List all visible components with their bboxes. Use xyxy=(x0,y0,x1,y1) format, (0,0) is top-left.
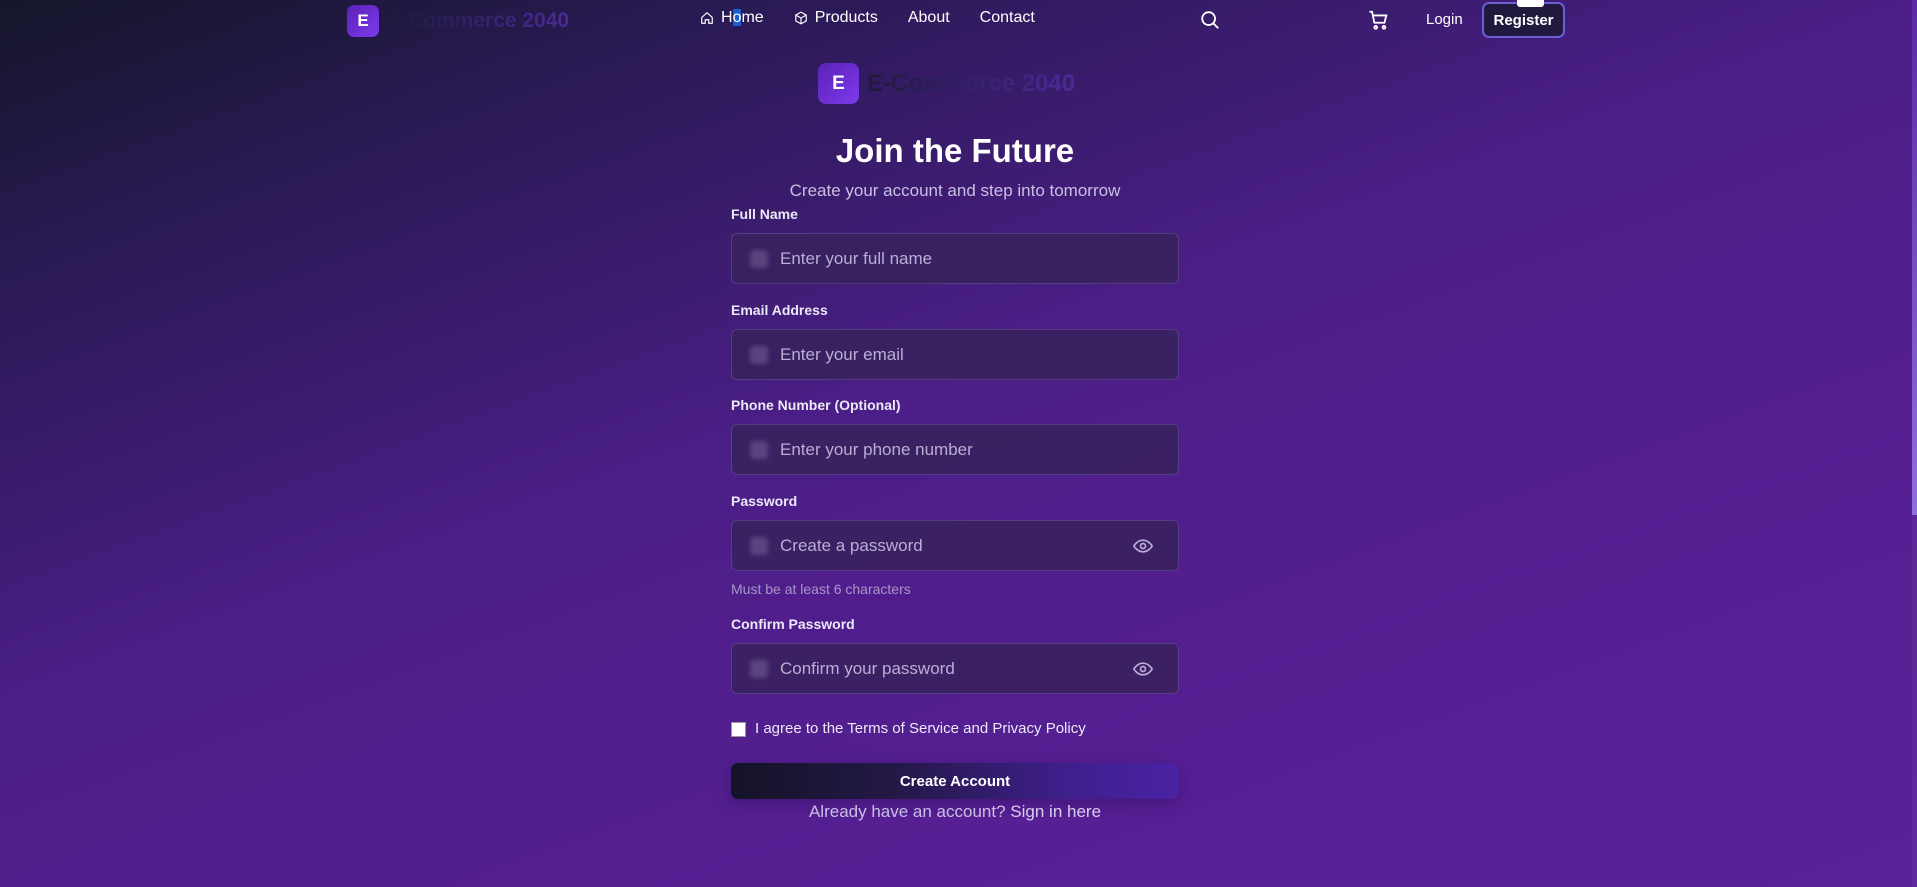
box-icon xyxy=(794,11,807,25)
password-visibility-toggle[interactable] xyxy=(1132,536,1154,561)
page-logo-name: E-Commerce 2040 xyxy=(867,69,1076,97)
home-icon xyxy=(701,11,713,24)
terms-agreement: I agree to the Terms of Service and Priv… xyxy=(731,720,1086,737)
user-icon xyxy=(750,249,768,268)
phone-icon xyxy=(750,440,768,459)
lock-icon xyxy=(750,659,768,678)
eye-icon xyxy=(1132,662,1154,676)
search-button[interactable] xyxy=(1199,9,1221,36)
nav-about[interactable]: About xyxy=(908,9,950,27)
nav-products[interactable]: Products xyxy=(794,9,878,27)
scrollbar-track[interactable] xyxy=(1912,0,1917,887)
full-name-field[interactable] xyxy=(731,233,1179,284)
phone-field[interactable] xyxy=(731,424,1179,475)
nav-products-label: Products xyxy=(814,9,878,26)
nav-contact[interactable]: Contact xyxy=(980,9,1035,27)
phone-input[interactable] xyxy=(780,439,1178,460)
full-name-input[interactable] xyxy=(780,248,1178,269)
login-link[interactable]: Login xyxy=(1426,11,1463,28)
password-input[interactable] xyxy=(780,535,1178,556)
terms-label: I agree to the Terms of Service and Priv… xyxy=(755,720,1086,737)
brand-logo[interactable]: E E-Commerce 2040 xyxy=(347,5,569,37)
confirm-password-field[interactable] xyxy=(731,643,1179,694)
email-label: Email Address xyxy=(731,302,828,318)
register-indicator xyxy=(1517,0,1544,7)
phone-label: Phone Number (Optional) xyxy=(731,397,901,413)
mail-icon xyxy=(750,345,768,364)
page-subtitle: Create your account and step into tomorr… xyxy=(789,181,1121,200)
email-input[interactable] xyxy=(780,344,1178,365)
brand-name: E-Commerce 2040 xyxy=(387,9,570,32)
nav-contact-label: Contact xyxy=(979,9,1035,26)
lock-icon xyxy=(750,536,768,555)
full-name-label: Full Name xyxy=(731,206,798,222)
confirm-password-visibility-toggle[interactable] xyxy=(1132,659,1154,684)
password-field[interactable] xyxy=(731,520,1179,571)
page-logo: E E-Commerce 2040 xyxy=(818,63,1075,104)
terms-checkbox[interactable] xyxy=(731,722,746,737)
nav-home[interactable]: Home xyxy=(700,9,764,27)
brand-badge: E xyxy=(347,5,379,37)
password-hint: Must be at least 6 characters xyxy=(731,581,911,597)
confirm-password-label: Confirm Password xyxy=(731,616,855,632)
nav-home-label: Home xyxy=(721,9,764,26)
scrollbar-thumb[interactable] xyxy=(1912,0,1917,515)
search-icon xyxy=(1201,11,1219,29)
nav-links: Home Products About Contact xyxy=(700,9,1065,27)
register-button[interactable]: Register xyxy=(1482,2,1565,38)
cart-button[interactable] xyxy=(1367,9,1390,36)
create-account-button[interactable]: Create Account xyxy=(731,763,1179,799)
password-label: Password xyxy=(731,493,798,509)
signin-prompt: Already have an account? Sign in here xyxy=(0,802,1910,822)
nav-about-label: About xyxy=(907,9,950,26)
confirm-password-input[interactable] xyxy=(780,658,1178,679)
page-title: Join the Future xyxy=(835,132,1075,169)
navbar: E E-Commerce 2040 Home Products About Co… xyxy=(0,0,1917,40)
cart-icon xyxy=(1369,10,1388,30)
email-field[interactable] xyxy=(731,329,1179,380)
signin-prompt-text: Already have an account? xyxy=(808,802,1006,821)
page-logo-badge: E xyxy=(818,63,859,104)
signin-link[interactable]: Sign in here xyxy=(1010,802,1101,821)
eye-icon xyxy=(1132,539,1154,553)
